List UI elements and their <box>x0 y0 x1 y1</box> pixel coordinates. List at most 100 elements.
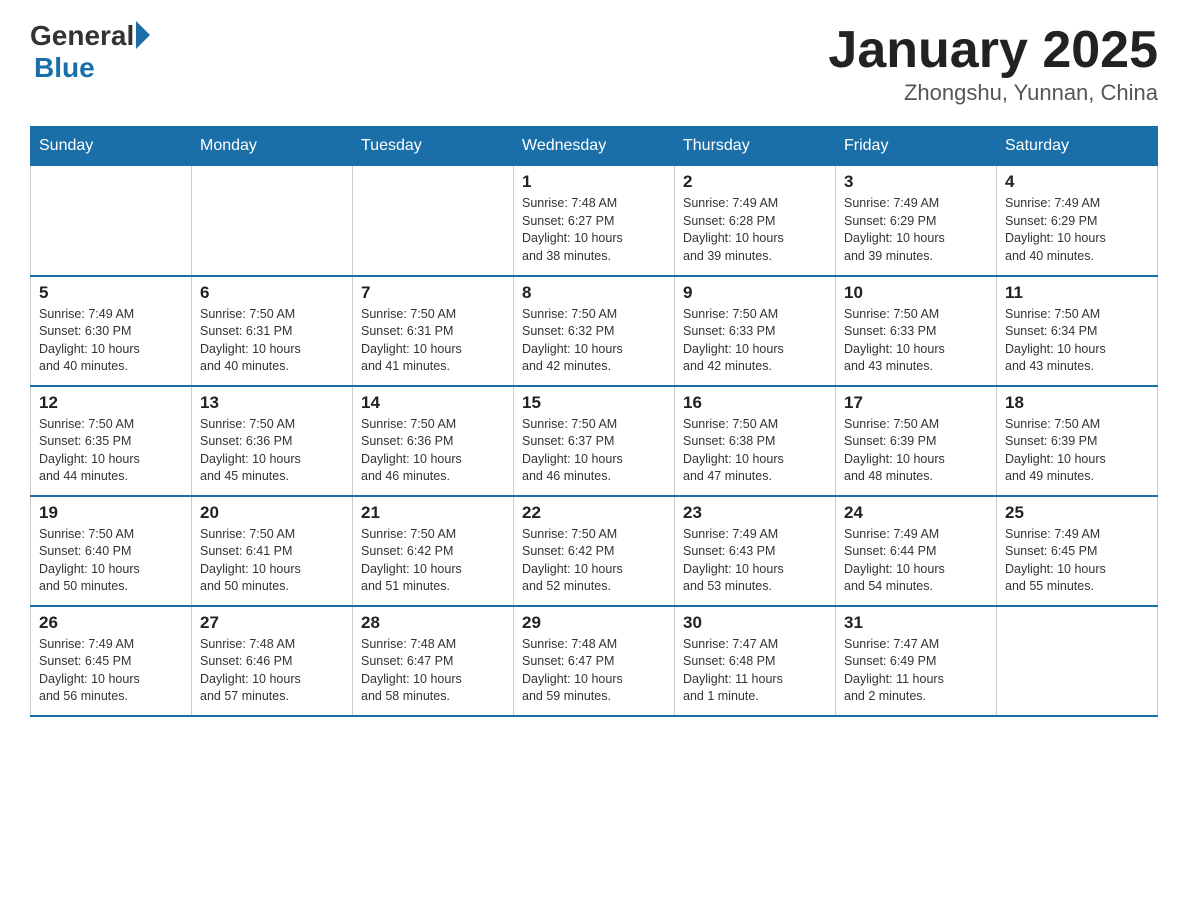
day-info: Sunrise: 7:49 AM Sunset: 6:44 PM Dayligh… <box>844 526 988 596</box>
calendar-cell: 29 Sunrise: 7:48 AM Sunset: 6:47 PM Dayli… <box>514 606 675 716</box>
day-info: Sunrise: 7:49 AM Sunset: 6:28 PM Dayligh… <box>683 195 827 265</box>
calendar-cell: 6 Sunrise: 7:50 AM Sunset: 6:31 PM Daylig… <box>192 276 353 386</box>
day-info: Sunrise: 7:48 AM Sunset: 6:47 PM Dayligh… <box>361 636 505 706</box>
header-day-sunday: Sunday <box>31 127 192 166</box>
calendar-cell: 22 Sunrise: 7:50 AM Sunset: 6:42 PM Dayli… <box>514 496 675 606</box>
day-info: Sunrise: 7:49 AM Sunset: 6:29 PM Dayligh… <box>844 195 988 265</box>
day-info: Sunrise: 7:50 AM Sunset: 6:37 PM Dayligh… <box>522 416 666 486</box>
day-info: Sunrise: 7:50 AM Sunset: 6:33 PM Dayligh… <box>844 306 988 376</box>
calendar-cell: 25Sunrise: 7:49 AM Sunset: 6:45 PM Dayli… <box>997 496 1158 606</box>
day-number: 20 <box>200 503 344 523</box>
header-day-friday: Friday <box>836 127 997 166</box>
week-row-5: 26 Sunrise: 7:49 AM Sunset: 6:45 PM Dayli… <box>31 606 1158 716</box>
calendar-cell: 21 Sunrise: 7:50 AM Sunset: 6:42 PM Dayli… <box>353 496 514 606</box>
day-number: 10 <box>844 283 988 303</box>
day-number: 6 <box>200 283 344 303</box>
week-row-4: 19Sunrise: 7:50 AM Sunset: 6:40 PM Dayli… <box>31 496 1158 606</box>
day-info: Sunrise: 7:50 AM Sunset: 6:36 PM Dayligh… <box>200 416 344 486</box>
day-number: 13 <box>200 393 344 413</box>
day-info: Sunrise: 7:50 AM Sunset: 6:39 PM Dayligh… <box>844 416 988 486</box>
calendar-cell: 30 Sunrise: 7:47 AM Sunset: 6:48 PM Dayli… <box>675 606 836 716</box>
calendar-table: SundayMondayTuesdayWednesdayThursdayFrid… <box>30 126 1158 717</box>
header-day-wednesday: Wednesday <box>514 127 675 166</box>
calendar-cell: 12 Sunrise: 7:50 AM Sunset: 6:35 PM Dayli… <box>31 386 192 496</box>
calendar-cell: 31 Sunrise: 7:47 AM Sunset: 6:49 PM Dayli… <box>836 606 997 716</box>
day-info: Sunrise: 7:48 AM Sunset: 6:46 PM Dayligh… <box>200 636 344 706</box>
calendar-cell: 18Sunrise: 7:50 AM Sunset: 6:39 PM Dayli… <box>997 386 1158 496</box>
day-number: 2 <box>683 172 827 192</box>
header-day-thursday: Thursday <box>675 127 836 166</box>
calendar-cell <box>192 166 353 276</box>
logo: General Blue <box>30 20 150 84</box>
calendar-cell: 4 Sunrise: 7:49 AM Sunset: 6:29 PM Daylig… <box>997 166 1158 276</box>
week-row-1: 1 Sunrise: 7:48 AM Sunset: 6:27 PM Daylig… <box>31 166 1158 276</box>
day-info: Sunrise: 7:50 AM Sunset: 6:39 PM Dayligh… <box>1005 416 1149 486</box>
day-number: 30 <box>683 613 827 633</box>
logo-arrow-icon <box>136 21 150 49</box>
day-number: 22 <box>522 503 666 523</box>
day-number: 1 <box>522 172 666 192</box>
day-info: Sunrise: 7:50 AM Sunset: 6:31 PM Dayligh… <box>200 306 344 376</box>
day-number: 29 <box>522 613 666 633</box>
day-number: 9 <box>683 283 827 303</box>
header-row: SundayMondayTuesdayWednesdayThursdayFrid… <box>31 127 1158 166</box>
day-info: Sunrise: 7:50 AM Sunset: 6:35 PM Dayligh… <box>39 416 183 486</box>
day-number: 17 <box>844 393 988 413</box>
header-day-monday: Monday <box>192 127 353 166</box>
day-number: 24 <box>844 503 988 523</box>
day-info: Sunrise: 7:50 AM Sunset: 6:32 PM Dayligh… <box>522 306 666 376</box>
day-info: Sunrise: 7:50 AM Sunset: 6:34 PM Dayligh… <box>1005 306 1149 376</box>
day-number: 15 <box>522 393 666 413</box>
calendar-cell: 11 Sunrise: 7:50 AM Sunset: 6:34 PM Dayli… <box>997 276 1158 386</box>
day-info: Sunrise: 7:50 AM Sunset: 6:36 PM Dayligh… <box>361 416 505 486</box>
calendar-cell: 16 Sunrise: 7:50 AM Sunset: 6:38 PM Dayli… <box>675 386 836 496</box>
day-info: Sunrise: 7:50 AM Sunset: 6:38 PM Dayligh… <box>683 416 827 486</box>
logo-blue: Blue <box>34 52 150 84</box>
day-info: Sunrise: 7:50 AM Sunset: 6:42 PM Dayligh… <box>522 526 666 596</box>
week-row-3: 12 Sunrise: 7:50 AM Sunset: 6:35 PM Dayli… <box>31 386 1158 496</box>
header-day-saturday: Saturday <box>997 127 1158 166</box>
day-number: 8 <box>522 283 666 303</box>
day-info: Sunrise: 7:47 AM Sunset: 6:49 PM Dayligh… <box>844 636 988 706</box>
calendar-body: 1 Sunrise: 7:48 AM Sunset: 6:27 PM Daylig… <box>31 166 1158 716</box>
calendar-cell <box>353 166 514 276</box>
header-day-tuesday: Tuesday <box>353 127 514 166</box>
day-number: 3 <box>844 172 988 192</box>
day-info: Sunrise: 7:49 AM Sunset: 6:45 PM Dayligh… <box>39 636 183 706</box>
location-title: Zhongshu, Yunnan, China <box>828 80 1158 106</box>
month-title: January 2025 <box>828 20 1158 80</box>
day-number: 31 <box>844 613 988 633</box>
day-info: Sunrise: 7:49 AM Sunset: 6:29 PM Dayligh… <box>1005 195 1149 265</box>
day-number: 21 <box>361 503 505 523</box>
day-info: Sunrise: 7:48 AM Sunset: 6:27 PM Dayligh… <box>522 195 666 265</box>
day-info: Sunrise: 7:47 AM Sunset: 6:48 PM Dayligh… <box>683 636 827 706</box>
day-number: 12 <box>39 393 183 413</box>
day-number: 27 <box>200 613 344 633</box>
calendar-cell: 1 Sunrise: 7:48 AM Sunset: 6:27 PM Daylig… <box>514 166 675 276</box>
calendar-cell <box>31 166 192 276</box>
logo-general: General <box>30 20 134 52</box>
calendar-cell: 15 Sunrise: 7:50 AM Sunset: 6:37 PM Dayli… <box>514 386 675 496</box>
day-info: Sunrise: 7:48 AM Sunset: 6:47 PM Dayligh… <box>522 636 666 706</box>
calendar-cell: 20Sunrise: 7:50 AM Sunset: 6:41 PM Dayli… <box>192 496 353 606</box>
day-number: 16 <box>683 393 827 413</box>
calendar-cell: 24 Sunrise: 7:49 AM Sunset: 6:44 PM Dayli… <box>836 496 997 606</box>
day-number: 25 <box>1005 503 1149 523</box>
day-info: Sunrise: 7:49 AM Sunset: 6:30 PM Dayligh… <box>39 306 183 376</box>
calendar-cell: 2 Sunrise: 7:49 AM Sunset: 6:28 PM Daylig… <box>675 166 836 276</box>
calendar-cell: 7 Sunrise: 7:50 AM Sunset: 6:31 PM Daylig… <box>353 276 514 386</box>
day-info: Sunrise: 7:50 AM Sunset: 6:42 PM Dayligh… <box>361 526 505 596</box>
calendar-cell: 9 Sunrise: 7:50 AM Sunset: 6:33 PM Daylig… <box>675 276 836 386</box>
page-header: General Blue January 2025 Zhongshu, Yunn… <box>30 20 1158 106</box>
title-section: January 2025 Zhongshu, Yunnan, China <box>828 20 1158 106</box>
day-info: Sunrise: 7:50 AM Sunset: 6:31 PM Dayligh… <box>361 306 505 376</box>
day-number: 4 <box>1005 172 1149 192</box>
day-number: 11 <box>1005 283 1149 303</box>
calendar-cell: 10 Sunrise: 7:50 AM Sunset: 6:33 PM Dayli… <box>836 276 997 386</box>
calendar-cell: 19Sunrise: 7:50 AM Sunset: 6:40 PM Dayli… <box>31 496 192 606</box>
day-number: 26 <box>39 613 183 633</box>
week-row-2: 5Sunrise: 7:49 AM Sunset: 6:30 PM Daylig… <box>31 276 1158 386</box>
calendar-cell: 5Sunrise: 7:49 AM Sunset: 6:30 PM Daylig… <box>31 276 192 386</box>
day-number: 7 <box>361 283 505 303</box>
day-info: Sunrise: 7:50 AM Sunset: 6:33 PM Dayligh… <box>683 306 827 376</box>
